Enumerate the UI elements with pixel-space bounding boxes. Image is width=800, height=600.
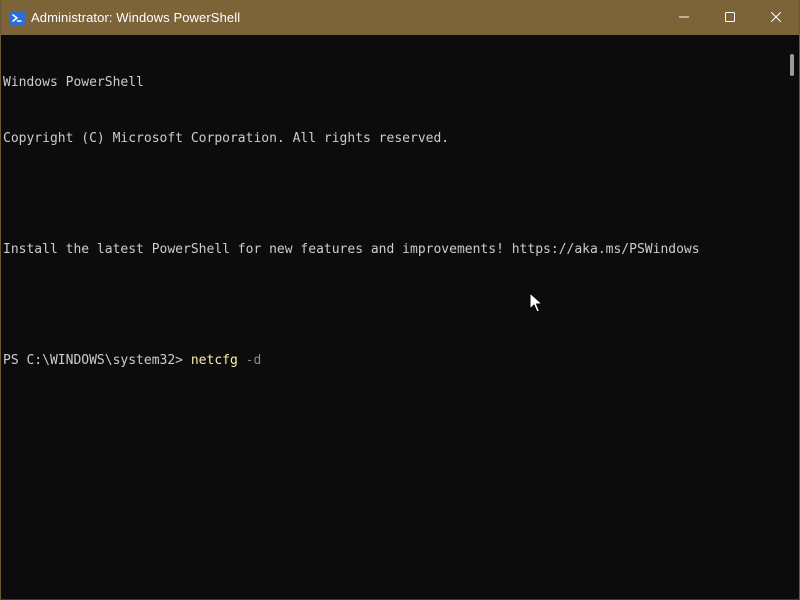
maximize-icon	[725, 9, 735, 27]
close-icon	[770, 9, 782, 27]
console-copyright: Copyright (C) Microsoft Corporation. All…	[3, 130, 450, 146]
console-output[interactable]: Windows PowerShell Copyright (C) Microso…	[1, 35, 783, 599]
console-install-message: Install the latest PowerShell for new fe…	[3, 241, 700, 257]
title-bar[interactable]: Administrator: Windows PowerShell	[1, 0, 799, 35]
mouse-pointer-icon	[529, 292, 543, 314]
close-button[interactable]	[753, 0, 799, 35]
command-text: netcfg	[190, 352, 238, 368]
minimize-icon	[679, 9, 689, 27]
powershell-window: Administrator: Windows PowerShell Window…	[0, 0, 800, 600]
maximize-button[interactable]	[707, 0, 753, 35]
vertical-scrollbar[interactable]	[790, 54, 794, 76]
prompt-text: PS C:\WINDOWS\system32>	[3, 352, 191, 368]
window-controls	[661, 0, 799, 35]
window-title: Administrator: Windows PowerShell	[31, 10, 241, 25]
console-banner: Windows PowerShell	[3, 75, 144, 90]
powershell-icon	[9, 10, 25, 26]
console-prompt-line[interactable]: PS C:\WINDOWS\system32> netcfg -d	[3, 352, 783, 371]
minimize-button[interactable]	[661, 0, 707, 35]
command-parameter: -d	[245, 352, 262, 368]
